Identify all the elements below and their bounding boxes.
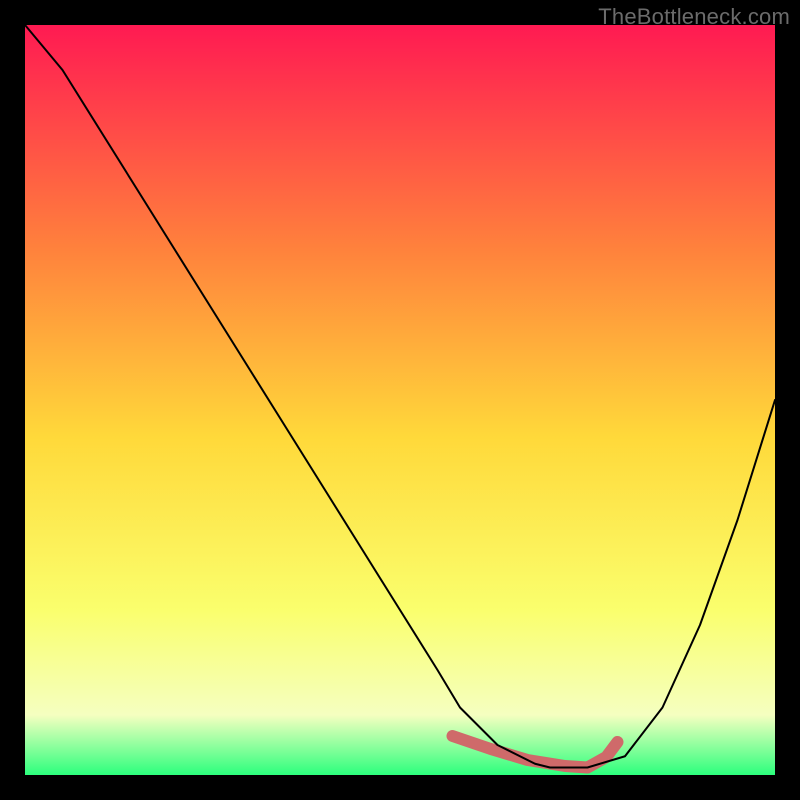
chart-svg <box>25 25 775 775</box>
watermark-text: TheBottleneck.com <box>598 4 790 30</box>
plot-area <box>25 25 775 775</box>
gradient-background <box>25 25 775 775</box>
chart-frame: TheBottleneck.com <box>0 0 800 800</box>
